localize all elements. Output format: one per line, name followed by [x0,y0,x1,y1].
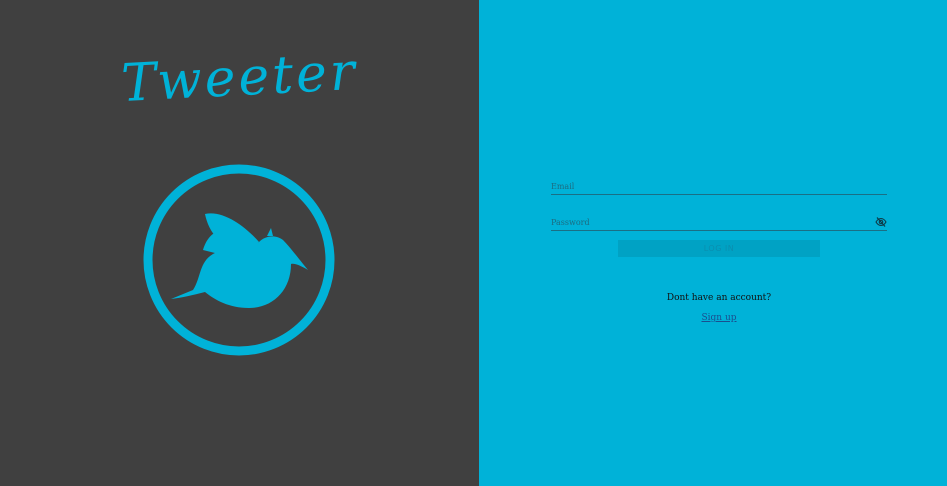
brand-panel: Tweeter [0,0,479,486]
signup-section: Dont have an account? Sign up [619,292,819,325]
eye-off-icon[interactable] [875,216,887,228]
login-page: Tweeter LOG IN Dont have an accou [0,0,947,486]
signup-link[interactable]: Sign up [701,312,736,325]
password-field-wrapper [551,214,887,231]
signup-prompt: Dont have an account? [666,293,772,303]
bird-icon [143,164,335,356]
email-field[interactable] [551,178,861,194]
password-field[interactable] [551,214,861,230]
login-button[interactable]: LOG IN [618,240,820,257]
email-field-wrapper [551,178,887,195]
app-title: Tweeter [119,41,360,115]
login-form [551,178,887,231]
